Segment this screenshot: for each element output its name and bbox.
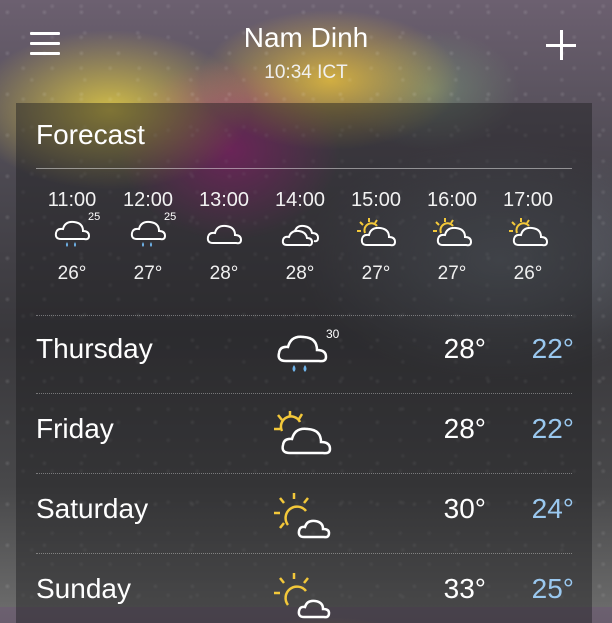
high-temp: 28° [443, 413, 486, 444]
local-time: 10:34 ICT [264, 62, 348, 83]
hour-temp: 26° [513, 263, 543, 284]
hour-temp: 27° [437, 263, 467, 284]
cloud-rain-icon [277, 335, 328, 372]
partly-sunny-icon [509, 218, 549, 247]
mostly-sunny-icon [274, 573, 331, 619]
row-divider [36, 473, 572, 474]
day-name: Saturday [36, 493, 149, 524]
partly-sunny-icon [433, 218, 473, 247]
header: Nam Dinh 10:34 ICT [0, 0, 612, 100]
hourly-item[interactable]: 17:00 26° [490, 189, 566, 289]
row-divider [36, 315, 572, 316]
high-temp: 33° [443, 573, 486, 604]
forecast-divider [36, 168, 572, 169]
hour-temp: 28° [285, 263, 315, 284]
hour-temp: 28° [209, 263, 239, 284]
forecast-panel: Forecast 11:00 25 26° 12:00 25 27° 13:00… [16, 103, 592, 623]
hourly-item[interactable]: 12:00 25 27° [110, 189, 186, 289]
high-temp: 30° [443, 493, 486, 524]
low-temp: 25° [531, 573, 574, 604]
hour-label: 13:00 [198, 189, 250, 211]
low-temp: 24° [531, 493, 574, 524]
day-name: Thursday [36, 333, 153, 364]
hour-label: 11:00 [47, 189, 97, 211]
precip-chance: 25 [88, 211, 101, 223]
day-name: Sunday [36, 573, 131, 604]
hourly-item[interactable]: 15:00 27° [338, 189, 414, 289]
cloud-icon [206, 224, 243, 245]
high-temp: 28° [443, 333, 486, 364]
day-name: Friday [36, 413, 114, 444]
row-divider [36, 553, 572, 554]
hourly-item[interactable]: 11:00 25 26° [34, 189, 110, 289]
hourly-item[interactable]: 13:00 28° [186, 189, 262, 289]
cloud-rain-icon [130, 220, 167, 247]
hour-temp: 27° [361, 263, 391, 284]
low-temp: 22° [531, 413, 574, 444]
hour-temp: 27° [133, 263, 163, 284]
hour-label: 17:00 [502, 189, 554, 211]
cloud-rain-icon [54, 220, 91, 247]
hour-label: 15:00 [350, 189, 402, 211]
hour-label: 14:00 [274, 189, 326, 211]
hourly-item[interactable]: 14:00 28° [262, 189, 338, 289]
low-temp: 22° [531, 333, 574, 364]
add-location-icon[interactable] [544, 28, 578, 62]
hour-label: 16:00 [426, 189, 478, 211]
row-divider [36, 393, 572, 394]
hour-temp: 26° [57, 263, 87, 284]
city-name[interactable]: Nam Dinh [0, 22, 612, 54]
precip-chance: 25 [164, 211, 177, 223]
hour-label: 12:00 [122, 189, 174, 211]
clouds-icon [281, 224, 320, 247]
partly-sunny-icon [274, 411, 332, 455]
precip-chance: 30 [326, 327, 340, 341]
forecast-title: Forecast [36, 119, 145, 150]
mostly-sunny-icon [274, 493, 331, 539]
hourly-item[interactable]: 16:00 27° [414, 189, 490, 289]
partly-sunny-icon [357, 218, 397, 247]
